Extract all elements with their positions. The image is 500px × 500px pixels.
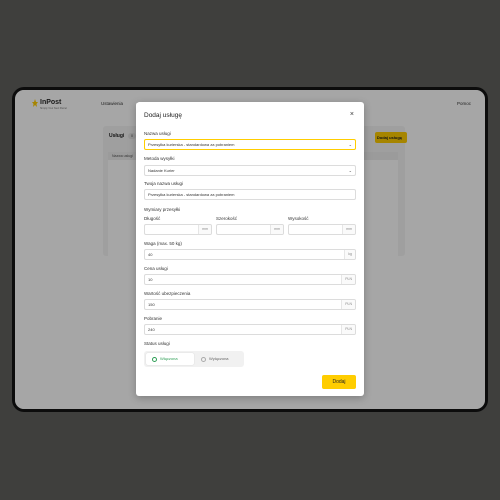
own-service-name-input[interactable]: Przesyłka kurierska - standardowa za pob…	[144, 189, 356, 200]
weight-input[interactable]: 40 kg	[144, 249, 356, 260]
cod-unit: PLN	[341, 325, 355, 334]
shipping-method-label: Metoda wysyłki	[144, 156, 175, 161]
shipping-method-value: Nadanie Kurier	[148, 168, 175, 173]
insurance-value: 150	[148, 302, 155, 307]
length-label: Długość	[144, 216, 161, 221]
width-unit: mm	[270, 225, 283, 234]
modal-title: Dodaj usługę	[144, 112, 182, 119]
price-label: Cena usługi	[144, 266, 168, 271]
status-option-off[interactable]: Wyłączona	[195, 353, 242, 365]
cod-value: 240	[148, 327, 155, 332]
add-button[interactable]: Dodaj	[322, 375, 356, 389]
weight-label: Waga (max. 50 kg)	[144, 241, 182, 246]
insurance-input[interactable]: 150 PLN	[144, 299, 356, 310]
height-unit: mm	[342, 225, 355, 234]
price-input[interactable]: 10 PLN	[144, 274, 356, 285]
status-label: Status usługi	[144, 341, 170, 346]
dimensions-label: Wymiary przesyłki	[144, 207, 181, 212]
service-name-value: Przesyłka kurierska - standardowa za pob…	[148, 142, 235, 147]
own-service-name-value: Przesyłka kurierska - standardowa za pob…	[148, 192, 235, 197]
status-option-on[interactable]: Włączona	[146, 353, 194, 365]
service-name-select[interactable]: Przesyłka kurierska - standardowa za pob…	[144, 139, 356, 150]
height-label: Wysokość	[288, 216, 309, 221]
price-unit: PLN	[341, 275, 355, 284]
weight-unit: kg	[344, 250, 355, 259]
close-icon[interactable]: ×	[350, 111, 354, 119]
radio-unchecked-icon	[201, 356, 206, 362]
own-service-name-label: Twoja nazwa usługi	[144, 181, 184, 186]
status-on-label: Włączona	[160, 356, 178, 361]
length-input[interactable]: mm	[144, 224, 212, 235]
length-unit: mm	[198, 225, 211, 234]
weight-value: 40	[148, 252, 153, 257]
height-input[interactable]: mm	[288, 224, 356, 235]
cod-input[interactable]: 240 PLN	[144, 324, 356, 335]
price-value: 10	[148, 277, 153, 282]
chevron-down-icon: ⌄	[348, 142, 352, 147]
insurance-unit: PLN	[341, 300, 355, 309]
width-input[interactable]: mm	[216, 224, 284, 235]
chevron-down-icon: ⌄	[348, 168, 352, 173]
insurance-label: Wartość ubezpieczenia	[144, 291, 191, 296]
cod-label: Pobranie	[144, 316, 163, 321]
radio-checked-icon	[152, 356, 157, 362]
status-toggle: Włączona Wyłączona	[144, 351, 244, 367]
shipping-method-select[interactable]: Nadanie Kurier ⌄	[144, 165, 356, 176]
service-name-label: Nazwa usługi	[144, 131, 171, 136]
width-label: Szerokość	[216, 216, 238, 221]
status-off-label: Wyłączona	[209, 356, 229, 361]
